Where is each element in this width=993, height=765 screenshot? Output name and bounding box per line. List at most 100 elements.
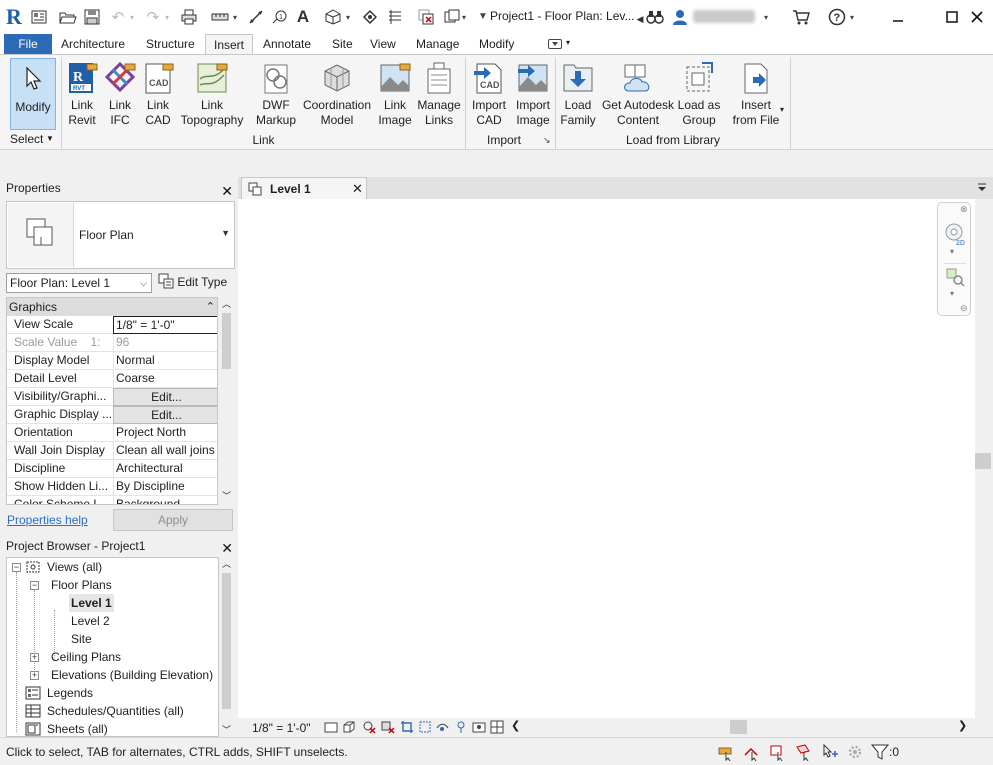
reveal-hidden-icon[interactable] xyxy=(472,720,486,734)
tree-node-schedules[interactable]: Schedules/Quantities (all) xyxy=(47,702,184,720)
tab-structure[interactable]: Structure xyxy=(138,34,203,54)
property-value[interactable]: By Discipline xyxy=(113,478,217,496)
hscroll-right-icon[interactable]: ❯ xyxy=(958,719,967,732)
property-row[interactable]: Graphic Display ... Edit... xyxy=(7,406,217,424)
ribbon-minimize-dropdown-icon[interactable]: ▾ xyxy=(566,38,570,47)
maximize-icon[interactable] xyxy=(941,6,963,28)
canvas-horizontal-scrollbar[interactable]: ❯ xyxy=(518,718,975,737)
property-row[interactable]: Visibility/Graphi... Edit... xyxy=(7,388,217,406)
view-tab-close-icon[interactable]: ✕ xyxy=(352,181,363,197)
zoom-dropdown-icon[interactable]: ▾ xyxy=(950,289,954,298)
property-row[interactable]: Discipline Architectural xyxy=(7,460,217,478)
dwf-markup-button[interactable]: DWF Markup xyxy=(251,59,301,129)
edit-type-button[interactable]: Edit Type xyxy=(158,272,227,294)
open-icon[interactable] xyxy=(59,8,77,26)
get-autodesk-content-button[interactable]: Get Autodesk Content xyxy=(600,59,676,129)
import-panel-launcher-icon[interactable]: ↘ xyxy=(543,135,551,146)
steering-wheel-dropdown-icon[interactable]: ▾ xyxy=(950,247,954,256)
view-scale-field[interactable]: 1/8" = 1'-0" xyxy=(113,316,217,334)
app-logo-icon[interactable]: R xyxy=(6,6,26,28)
close-hidden-icon[interactable] xyxy=(417,8,435,26)
switch-windows-icon[interactable] xyxy=(443,8,461,26)
tab-manage[interactable]: Manage xyxy=(408,34,467,54)
tree-node-views[interactable]: Views (all) xyxy=(47,558,102,576)
help-dropdown-icon[interactable]: ▾ xyxy=(850,13,854,22)
visibility-edit-button[interactable]: Edit... xyxy=(113,388,217,406)
tree-node-sheets[interactable]: Sheets (all) xyxy=(47,720,108,736)
property-row[interactable]: Wall Join Display Clean all wall joins xyxy=(7,442,217,460)
property-row[interactable]: Color Scheme L... Background xyxy=(7,496,217,504)
select-pinned-icon[interactable] xyxy=(769,743,787,762)
background-processes-icon[interactable] xyxy=(846,743,864,761)
browser-scrollbar[interactable]: ︿ ﹀ xyxy=(219,557,234,737)
property-value[interactable]: Background xyxy=(113,496,217,504)
project-browser-close-icon[interactable]: ✕ xyxy=(221,538,233,558)
tree-node-site[interactable]: Site xyxy=(71,630,92,648)
tree-node-ceiling-plans[interactable]: Ceiling Plans xyxy=(51,648,121,666)
select-underlay-icon[interactable] xyxy=(743,743,761,762)
property-value[interactable]: Clean all wall joins xyxy=(113,442,217,460)
graphic-display-edit-button[interactable]: Edit... xyxy=(113,406,217,424)
tree-node-level-1[interactable]: Level 1 xyxy=(69,594,114,612)
canvas-vertical-scrollbar[interactable] xyxy=(975,199,993,718)
link-image-button[interactable]: Link Image xyxy=(376,59,414,129)
view-tab-level-1[interactable]: Level 1 ✕ xyxy=(241,177,367,199)
link-topography-button[interactable]: Link Topography xyxy=(177,59,247,129)
user-dropdown-icon[interactable]: ▾ xyxy=(764,13,768,22)
select-panel-title[interactable]: Select xyxy=(10,132,43,146)
steering-wheel-icon[interactable]: 2D xyxy=(943,221,969,250)
properties-scrollbar[interactable]: ︿ ﹀ xyxy=(219,297,234,505)
manage-links-button[interactable]: Manage Links xyxy=(415,59,463,129)
tree-node-floor-plans[interactable]: Floor Plans xyxy=(51,576,112,594)
select-links-icon[interactable] xyxy=(717,743,735,762)
switch-windows-dropdown-icon[interactable]: ▾ xyxy=(462,13,466,22)
scroll-down-icon[interactable]: ﹀ xyxy=(222,723,231,736)
zoom-region-icon[interactable] xyxy=(945,267,965,290)
show-crop-icon[interactable] xyxy=(418,720,432,734)
dimension-icon[interactable] xyxy=(247,8,265,26)
unlocked-3d-icon[interactable] xyxy=(436,720,450,734)
crop-view-icon[interactable] xyxy=(400,720,414,734)
property-value[interactable]: Coarse xyxy=(113,370,217,388)
scroll-thumb[interactable] xyxy=(222,313,231,369)
undo-dropdown-icon[interactable]: ▾ xyxy=(130,13,134,22)
collapse-group-icon[interactable]: ⌃ xyxy=(206,298,215,316)
property-value[interactable]: Project North xyxy=(113,424,217,442)
property-row[interactable]: View Scale 1/8" = 1'-0" xyxy=(7,316,217,334)
shadows-off-icon[interactable] xyxy=(381,720,395,734)
insert-from-file-dropdown-icon[interactable]: ▾ xyxy=(780,105,784,114)
scroll-up-icon[interactable]: ︿ xyxy=(222,557,231,570)
close-icon[interactable] xyxy=(966,6,988,28)
customize-qat-icon[interactable]: ▼ xyxy=(478,11,488,22)
tree-node-elevations[interactable]: Elevations (Building Elevation) xyxy=(51,666,213,684)
print-icon[interactable] xyxy=(180,8,198,26)
tab-file[interactable]: File xyxy=(4,34,52,54)
property-row[interactable]: Show Hidden Li... By Discipline xyxy=(7,478,217,496)
detail-level-icon[interactable] xyxy=(324,720,338,734)
type-selector[interactable]: Floor Plan ▼ xyxy=(6,201,235,269)
scroll-up-icon[interactable]: ︿ xyxy=(222,297,231,310)
visual-style-icon[interactable] xyxy=(342,720,356,734)
load-family-button[interactable]: Load Family xyxy=(558,59,598,129)
property-value[interactable]: Architectural xyxy=(113,460,217,478)
save-icon[interactable] xyxy=(83,8,101,26)
apply-button[interactable]: Apply xyxy=(113,509,233,531)
navbar-close-icon[interactable]: ⊗ xyxy=(960,204,968,215)
scroll-thumb[interactable] xyxy=(730,720,747,734)
home-icon[interactable] xyxy=(30,8,48,26)
properties-close-icon[interactable]: ✕ xyxy=(221,180,233,202)
collapse-icon[interactable]: − xyxy=(12,563,21,572)
link-ifc-button[interactable]: Link IFC xyxy=(102,59,138,129)
view-tabs-menu-icon[interactable] xyxy=(977,182,987,195)
tab-insert[interactable]: Insert xyxy=(205,34,254,55)
thin-lines-icon[interactable] xyxy=(386,8,404,26)
import-image-button[interactable]: Import Image xyxy=(512,59,554,129)
expand-icon[interactable]: + xyxy=(30,653,39,662)
drawing-canvas[interactable] xyxy=(238,199,975,718)
instance-selector[interactable]: Floor Plan: Level 1 ⌵ xyxy=(6,273,152,293)
property-row[interactable]: Detail Level Coarse xyxy=(7,370,217,388)
select-by-face-icon[interactable] xyxy=(795,743,813,762)
tab-view[interactable]: View xyxy=(362,34,404,54)
select-dropdown-icon[interactable]: ▼ xyxy=(46,134,54,143)
undo-icon[interactable]: ↶ xyxy=(109,8,127,26)
